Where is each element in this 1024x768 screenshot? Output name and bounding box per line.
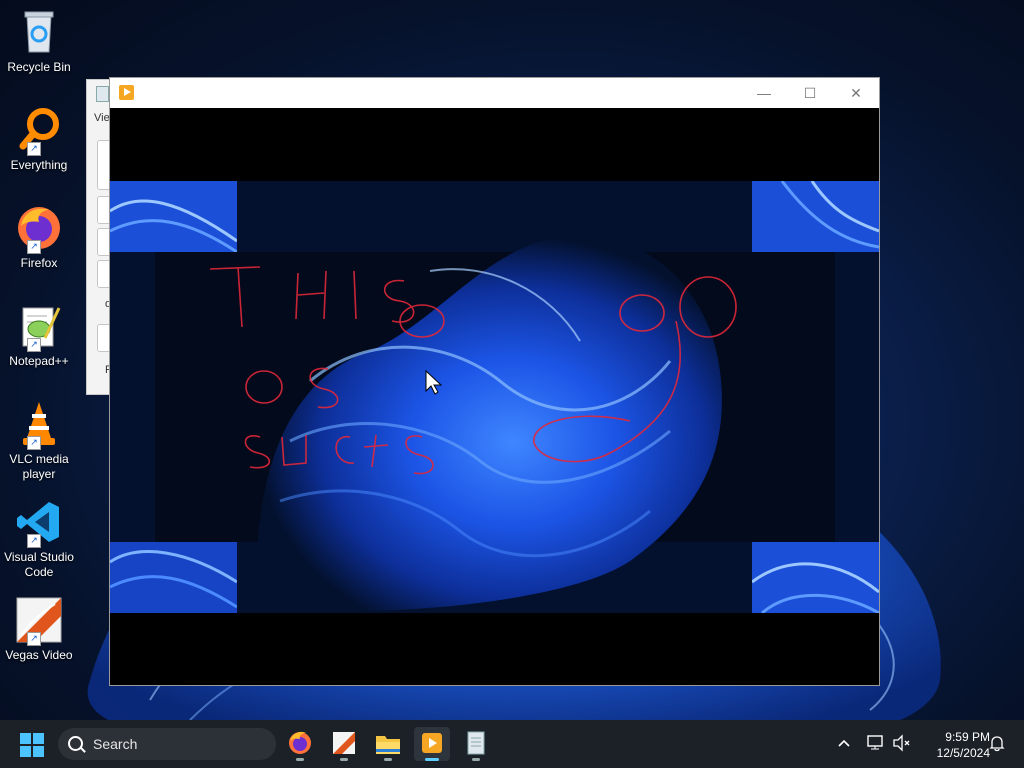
taskbar-app-vegas-video[interactable] <box>326 727 362 761</box>
notifications-button[interactable] <box>988 734 1006 757</box>
video-frame <box>110 181 879 613</box>
video-corner-tile <box>110 181 237 252</box>
background-window-app-icon <box>96 86 109 102</box>
taskbar: Search 9:59 PM 12/5/2024 <box>0 720 1024 768</box>
video-content-area[interactable] <box>110 108 879 685</box>
firefox-icon: ↗ <box>15 204 63 254</box>
volume-button[interactable] <box>892 734 912 757</box>
clock-date: 12/5/2024 <box>936 746 990 760</box>
volume-muted-icon <box>893 734 910 752</box>
shortcut-arrow-icon: ↗ <box>27 142 41 156</box>
taskbar-clock[interactable]: 9:59 PM 12/5/2024 <box>920 729 990 761</box>
desktop-icon-label: Notepad++ <box>9 354 69 368</box>
taskbar-app-firefox[interactable] <box>282 727 318 761</box>
background-window-menu[interactable]: Vie <box>94 112 110 124</box>
desktop-icon-label: Visual Studio Code <box>4 550 74 579</box>
close-button[interactable]: ✕ <box>833 78 879 108</box>
shortcut-arrow-icon: ↗ <box>27 632 41 646</box>
shortcut-arrow-icon: ↗ <box>27 338 41 352</box>
minimize-button[interactable]: — <box>741 78 787 108</box>
search-placeholder: Search <box>93 736 138 752</box>
desktop-icon-firefox[interactable]: ↗ Firefox <box>0 204 78 271</box>
network-status-button[interactable] <box>866 734 886 757</box>
desktop-icon-label: Everything <box>10 158 68 172</box>
taskbar-app-file-explorer[interactable] <box>370 727 406 761</box>
chevron-up-icon <box>838 739 850 747</box>
network-monitor-icon <box>867 735 883 750</box>
firefox-icon <box>289 731 311 754</box>
desktop-icon-label: Vegas Video <box>5 648 73 662</box>
window-titlebar[interactable]: — ☐ ✕ <box>110 78 879 108</box>
desktop-icon-vlc[interactable]: ↗ VLC media player <box>0 400 78 482</box>
shortcut-arrow-icon: ↗ <box>27 240 41 254</box>
desktop-icon-label: VLC media player <box>9 452 69 481</box>
desktop-icon-vscode[interactable]: ↗ Visual Studio Code <box>0 498 78 580</box>
bell-icon <box>989 736 1005 752</box>
recycle-bin-icon <box>15 8 63 56</box>
taskbar-search-box[interactable]: Search <box>58 728 276 760</box>
shortcut-arrow-icon: ↗ <box>27 436 41 450</box>
video-corner-tile <box>752 181 879 252</box>
everything-search-icon: ↗ <box>15 106 63 156</box>
notepad-icon <box>467 731 485 755</box>
desktop-icon-everything[interactable]: ↗ Everything <box>0 106 78 173</box>
taskbar-app-notepad[interactable] <box>458 727 494 761</box>
start-button[interactable] <box>20 733 44 757</box>
search-icon <box>68 736 83 751</box>
windows-logo-icon <box>20 733 31 744</box>
video-player-app-icon <box>119 85 134 100</box>
shortcut-arrow-icon: ↗ <box>27 534 41 548</box>
video-corner-tile <box>110 542 237 613</box>
video-corner-tile <box>752 542 879 613</box>
desktop-icon-label: Recycle Bin <box>7 60 71 74</box>
clock-time: 9:59 PM <box>945 730 990 744</box>
notepad-plus-plus-icon: ↗ <box>15 302 63 352</box>
desktop-icon-notepad-plus-plus[interactable]: ↗ Notepad++ <box>0 302 78 369</box>
taskbar-app-video-player[interactable] <box>414 727 450 761</box>
show-hidden-icons-button[interactable] <box>836 736 852 755</box>
maximize-button[interactable]: ☐ <box>787 78 833 108</box>
vegas-video-icon: ↗ <box>15 596 63 646</box>
desktop-icon-recycle-bin[interactable]: Recycle Bin <box>0 8 78 75</box>
vegas-video-icon <box>333 732 355 754</box>
vscode-icon: ↗ <box>15 498 63 548</box>
vlc-icon: ↗ <box>15 400 63 450</box>
desktop-icon-vegas-video[interactable]: ↗ Vegas Video <box>0 596 78 663</box>
desktop-icon-label: Firefox <box>20 256 58 270</box>
video-player-icon <box>422 733 442 753</box>
file-explorer-icon <box>376 736 400 754</box>
video-player-window[interactable]: — ☐ ✕ <box>109 77 880 686</box>
